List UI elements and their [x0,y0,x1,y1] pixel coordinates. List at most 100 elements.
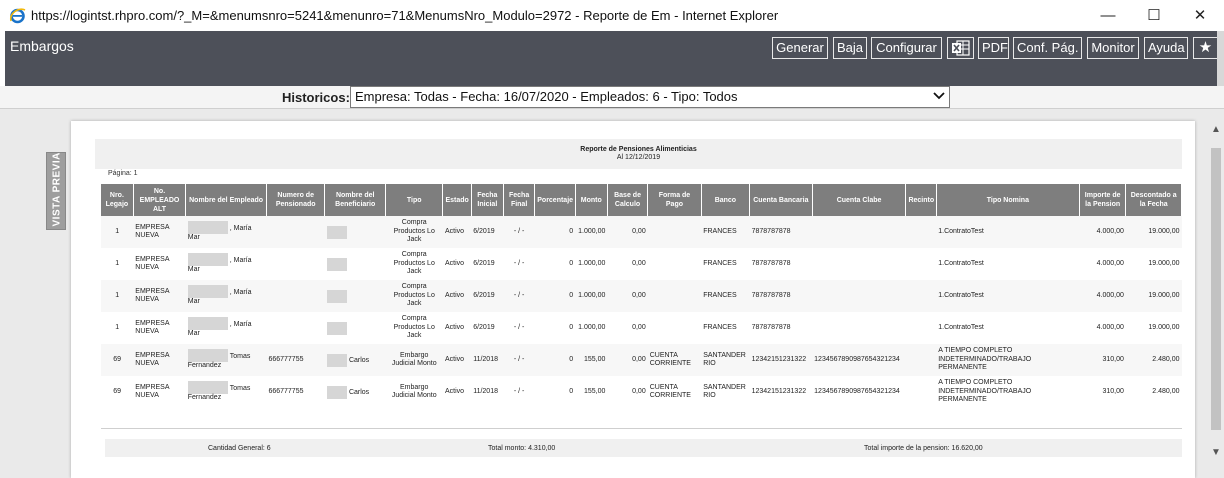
table-cell: 1.000,00 [575,312,608,344]
col-header: Base de Calculo [607,184,649,216]
table-cell: 0 [534,280,576,312]
excel-icon [951,40,970,59]
table-cell: , María Mar [185,216,267,248]
page-title: Embargos [10,38,74,54]
table-cell: 0,00 [607,280,648,312]
scroll-down-icon[interactable]: ▼ [1211,447,1221,458]
browser-title-bar: https://logintst.rhpro.com/?_M=&menumsnr… [0,0,1224,31]
table-cell [324,280,386,312]
table-cell: EMPRESA NUEVA [133,248,186,280]
baja-button[interactable]: Baja [833,37,867,59]
table-cell: 6/2019 [471,248,504,280]
table-cell: 12342151231322 [749,376,813,408]
scroll-thumb[interactable] [1211,148,1221,430]
table-cell: 0,00 [607,216,648,248]
table-cell [324,312,386,344]
table-cell: - / - [503,248,535,280]
table-cell: 4.000,00 [1079,280,1126,312]
table-cell: , María Mar [185,312,267,344]
vista-previa-label: VISTA PREVIA [51,152,63,227]
table-cell: 0 [534,216,576,248]
conf-pag-button[interactable]: Conf. Pág. [1013,37,1082,59]
table-cell: 1.ContratoTest [936,216,1080,248]
table-cell: 0,00 [607,376,648,408]
report-title: Reporte de Pensiones Alimenticias [580,146,697,153]
close-button[interactable]: ✕ [1177,0,1223,31]
col-header: Numero de Pensionado [266,184,326,216]
table-cell: Activo [442,216,472,248]
table-cell: A TIEMPO COMPLETO INDETERMINADO/TRABAJO … [936,344,1080,376]
table-row: 69 EMPRESA NUEVA Tomas Fernandez 666777755 C… [101,376,1182,408]
favorite-button[interactable]: ★ [1193,37,1218,59]
table-cell [266,248,325,280]
table-cell: 155,00 [575,376,608,408]
scroll-up-icon[interactable]: ▲ [1211,124,1221,135]
table-cell: Carlos [324,376,386,408]
col-header: Monto [575,184,608,216]
generar-button[interactable]: Generar [772,37,828,59]
table-cell: 0 [534,248,576,280]
table-cell: Carlos [324,344,386,376]
table-cell: 69 [101,344,134,376]
table-cell: CUENTA CORRIENTE [647,344,702,376]
table-cell: Activo [442,312,472,344]
table-cell: Compra Productos Lo Jack [385,280,443,312]
historicos-bar: Historicos: Empresa: Todas - Fecha: 16/0… [0,86,1224,109]
beneficiary-name: Carlos [348,388,370,396]
table-cell [905,344,937,376]
table-cell [812,280,906,312]
redacted-name-block [326,257,347,271]
table-cell: SANTANDER RIO [701,344,750,376]
table-cell: Activo [442,376,472,408]
configurar-button[interactable]: Configurar [871,37,942,59]
table-cell [647,280,702,312]
total-importe-pension: Total importe de la pension: 16.620,00 [864,445,983,452]
table-cell: 0 [534,344,576,376]
table-cell: 1.000,00 [575,248,608,280]
table-cell: 4.000,00 [1079,216,1126,248]
maximize-button[interactable]: ☐ [1131,0,1177,31]
table-cell [905,248,937,280]
table-cell: 7878787878 [749,312,813,344]
table-cell: Tomas Fernandez [185,376,267,408]
monitor-button[interactable]: Monitor [1087,37,1139,59]
col-header: Recinto [905,184,937,216]
vista-previa-tab[interactable]: VISTA PREVIA [46,152,66,230]
header-scroll-strip [1217,31,1224,86]
table-cell: Activo [442,280,472,312]
table-cell: Tomas Fernandez [185,344,267,376]
table-cell: 1 [101,312,134,344]
table-cell: 155,00 [575,344,608,376]
col-header: Nombre del Beneficiario [324,184,386,216]
table-cell: 310,00 [1079,376,1126,408]
table-row: 1 EMPRESA NUEVA, María Mar Compra Producto… [101,312,1182,344]
footer-divider [101,428,1182,429]
table-cell: 0,00 [607,248,648,280]
report-header: Reporte de Pensiones Alimenticias Al 12/… [95,139,1182,169]
table-cell [324,248,386,280]
table-cell: - / - [503,280,535,312]
col-header: Nro. Legajo [101,184,134,216]
table-cell [266,216,325,248]
table-cell: 1234567890987654321234 [812,376,906,408]
vertical-scrollbar[interactable]: ▲ ▼ [1208,109,1224,478]
table-cell: 666777755 [266,344,325,376]
cantidad-general: Cantidad General: 6 [208,445,271,452]
ayuda-button[interactable]: Ayuda [1144,37,1188,59]
redacted-name-block [187,285,228,299]
redacted-name-block [326,225,347,239]
col-header: Descontado a la Fecha [1125,184,1182,216]
historicos-select[interactable]: Empresa: Todas - Fecha: 16/07/2020 - Emp… [350,86,950,108]
report-page: Reporte de Pensiones Alimenticias Al 12/… [71,121,1195,478]
table-cell: Activo [442,248,472,280]
col-header: No. EMPLEADO ALT [133,184,187,216]
table-cell: SANTANDER RIO [701,376,750,408]
minimize-button[interactable]: — [1085,0,1131,31]
excel-export-button[interactable] [947,37,974,59]
pdf-button[interactable]: PDF [978,37,1009,59]
table-cell [812,312,906,344]
report-date: Al 12/12/2019 [616,154,661,161]
table-cell: 4.000,00 [1079,312,1126,344]
redacted-name-block [326,321,347,335]
col-header: Fecha Inicial [471,184,504,216]
